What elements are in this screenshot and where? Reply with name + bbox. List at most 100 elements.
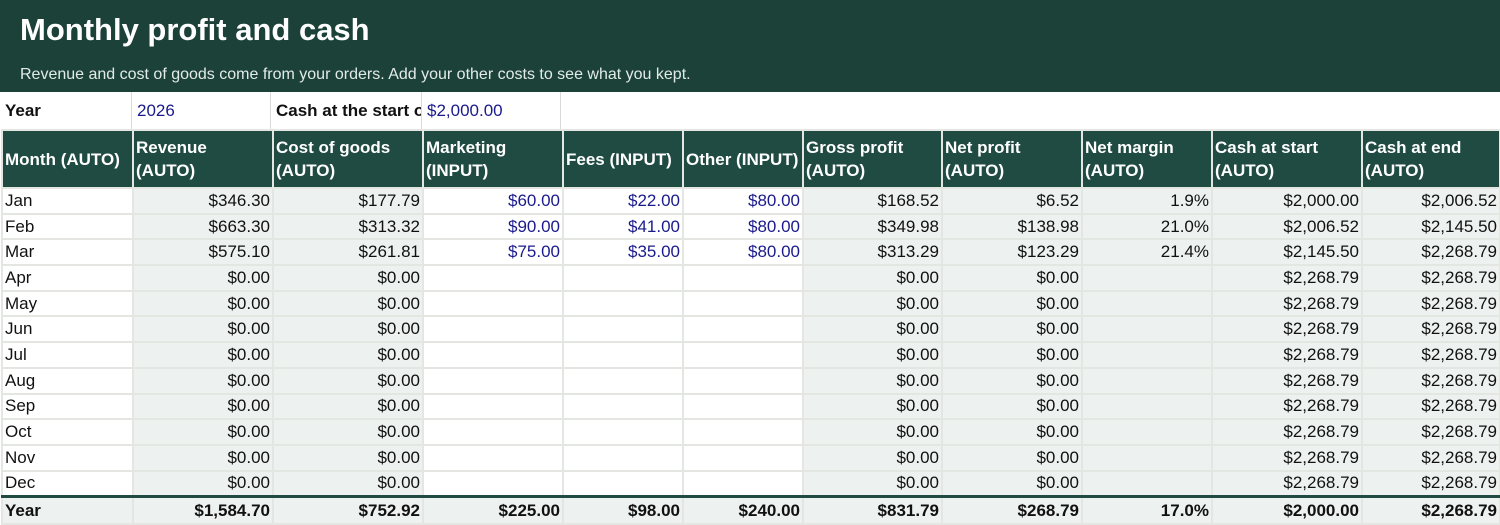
fees-cell[interactable] — [562, 418, 684, 446]
fees-cell[interactable]: $35.00 — [562, 238, 684, 267]
page-title: Monthly profit and cash — [20, 12, 370, 47]
page-subtitle: Revenue and cost of goods come from your… — [20, 66, 691, 83]
table-row: Sep $0.00 $0.00 $0.00 $0.00 $2,268.79 $2,268.7… — [1, 392, 1500, 421]
net-margin-cell: 21.0% — [1081, 212, 1213, 241]
marketing-cell[interactable]: $60.00 — [422, 187, 564, 215]
total-cash-at-end-cell: $2,268.79 — [1361, 494, 1500, 525]
marketing-cell[interactable] — [422, 469, 564, 498]
other-cell[interactable] — [682, 392, 804, 421]
cost-of-goods-cell: $261.81 — [272, 238, 424, 267]
marketing-cell[interactable] — [422, 341, 564, 369]
cash-at-end-cell: $2,268.79 — [1361, 392, 1500, 421]
net-margin-cell — [1081, 418, 1213, 446]
net-profit-cell: $0.00 — [941, 366, 1083, 395]
column-header-month: Month (AUTO) — [1, 129, 134, 189]
net-profit-cell: $0.00 — [941, 392, 1083, 421]
other-cell[interactable] — [682, 418, 804, 446]
cash-start-label: Cash at the start of the year — [276, 101, 421, 120]
cash-at-start-cell: $2,006.52 — [1211, 212, 1363, 241]
other-cell[interactable]: $80.00 — [682, 187, 804, 215]
cash-at-start-cell: $2,000.00 — [1211, 187, 1363, 215]
other-cell[interactable]: $80.00 — [682, 212, 804, 241]
month-cell: Oct — [1, 418, 134, 446]
fees-cell[interactable]: $41.00 — [562, 212, 684, 241]
cash-at-end-cell: $2,268.79 — [1361, 366, 1500, 395]
net-profit-cell: $0.00 — [941, 443, 1083, 472]
fees-cell[interactable] — [562, 443, 684, 472]
fees-cell[interactable]: $22.00 — [562, 187, 684, 215]
gross-profit-cell: $0.00 — [802, 341, 943, 369]
gross-profit-cell: $0.00 — [802, 289, 943, 318]
revenue-cell: $0.00 — [132, 289, 274, 318]
column-header-net-profit: Net profit (AUTO) — [941, 129, 1083, 189]
cash-at-end-cell: $2,268.79 — [1361, 469, 1500, 498]
month-cell: Mar — [1, 238, 134, 267]
other-cell[interactable] — [682, 315, 804, 344]
other-cell[interactable] — [682, 341, 804, 369]
fees-cell[interactable] — [562, 289, 684, 318]
fees-cell[interactable] — [562, 366, 684, 395]
other-cell[interactable] — [682, 366, 804, 395]
total-net-margin-cell: 17.0% — [1081, 494, 1213, 525]
net-margin-cell — [1081, 341, 1213, 369]
cash-at-end-cell: $2,268.79 — [1361, 264, 1500, 292]
cash-start-input[interactable]: $2,000.00 — [421, 92, 561, 130]
other-cell[interactable]: $80.00 — [682, 238, 804, 267]
total-cost-of-goods-cell: $752.92 — [272, 494, 424, 525]
month-cell: May — [1, 289, 134, 318]
marketing-cell[interactable]: $90.00 — [422, 212, 564, 241]
marketing-cell[interactable] — [422, 366, 564, 395]
table-row: Jun $0.00 $0.00 $0.00 $0.00 $2,268.79 $2,268.7… — [1, 315, 1500, 344]
marketing-cell[interactable] — [422, 289, 564, 318]
fees-cell[interactable] — [562, 469, 684, 498]
column-header-cost-of-goods: Cost of goods (AUTO) — [272, 129, 424, 189]
other-cell[interactable] — [682, 443, 804, 472]
total-revenue-cell: $1,584.70 — [132, 494, 274, 525]
month-cell: Feb — [1, 212, 134, 241]
marketing-cell[interactable] — [422, 264, 564, 292]
net-profit-cell: $0.00 — [941, 289, 1083, 318]
net-margin-cell: 21.4% — [1081, 238, 1213, 267]
column-header-revenue: Revenue (AUTO) — [132, 129, 274, 189]
cost-of-goods-cell: $313.32 — [272, 212, 424, 241]
table-row: Jul $0.00 $0.00 $0.00 $0.00 $2,268.79 $2,268.7… — [1, 341, 1500, 369]
table-row: Nov $0.00 $0.00 $0.00 $0.00 $2,268.79 $2,268.7… — [1, 443, 1500, 472]
other-cell[interactable] — [682, 289, 804, 318]
year-input[interactable]: 2026 — [131, 92, 271, 130]
cash-at-start-cell: $2,145.50 — [1211, 238, 1363, 267]
cash-at-start-cell: $2,268.79 — [1211, 289, 1363, 318]
gross-profit-cell: $313.29 — [802, 238, 943, 267]
gross-profit-cell: $168.52 — [802, 187, 943, 215]
cash-at-start-cell: $2,268.79 — [1211, 341, 1363, 369]
other-cell[interactable] — [682, 264, 804, 292]
cost-of-goods-cell: $177.79 — [272, 187, 424, 215]
profit-cash-table: Month (AUTO) Revenue (AUTO) Cost of goods … — [1, 129, 1500, 525]
marketing-cell[interactable] — [422, 392, 564, 421]
cost-of-goods-cell: $0.00 — [272, 289, 424, 318]
net-margin-cell — [1081, 289, 1213, 318]
net-margin-cell: 1.9% — [1081, 187, 1213, 215]
month-cell: Dec — [1, 469, 134, 498]
total-fees-cell: $98.00 — [562, 494, 684, 525]
cost-of-goods-cell: $0.00 — [272, 315, 424, 344]
revenue-cell: $0.00 — [132, 264, 274, 292]
fees-cell[interactable] — [562, 315, 684, 344]
gross-profit-cell: $349.98 — [802, 212, 943, 241]
fees-cell[interactable] — [562, 341, 684, 369]
table-row: Apr $0.00 $0.00 $0.00 $0.00 $2,268.79 $2,268.7… — [1, 264, 1500, 292]
marketing-cell[interactable]: $75.00 — [422, 238, 564, 267]
fees-cell[interactable] — [562, 392, 684, 421]
cash-at-start-cell: $2,268.79 — [1211, 418, 1363, 446]
cost-of-goods-cell: $0.00 — [272, 469, 424, 498]
gross-profit-cell: $0.00 — [802, 443, 943, 472]
cost-of-goods-cell: $0.00 — [272, 366, 424, 395]
cash-at-end-cell: $2,268.79 — [1361, 443, 1500, 472]
marketing-cell[interactable] — [422, 315, 564, 344]
cash-at-end-cell: $2,145.50 — [1361, 212, 1500, 241]
fees-cell[interactable] — [562, 264, 684, 292]
other-cell[interactable] — [682, 469, 804, 498]
net-profit-cell: $0.00 — [941, 315, 1083, 344]
marketing-cell[interactable] — [422, 443, 564, 472]
month-cell: Aug — [1, 366, 134, 395]
marketing-cell[interactable] — [422, 418, 564, 446]
